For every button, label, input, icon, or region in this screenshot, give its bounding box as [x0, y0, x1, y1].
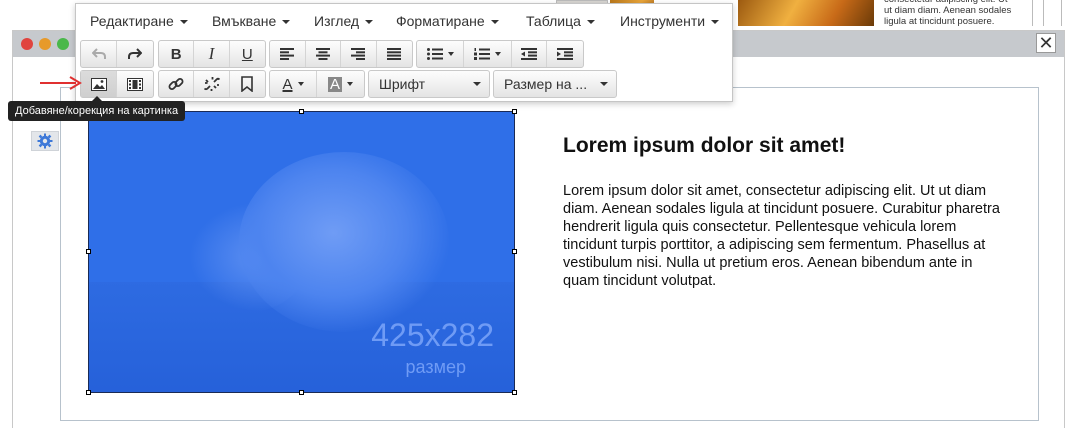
font-size-select[interactable]: Размер на ... — [493, 70, 617, 98]
outdent-icon — [521, 48, 538, 60]
pointer-arrow-icon — [40, 76, 82, 90]
menu-label: Форматиране — [396, 13, 485, 29]
insert-media-button[interactable] — [117, 71, 153, 97]
editor-toolbar: Редактиране Вмъкване Изглед Форматиране … — [75, 3, 733, 102]
image-size-label: 425x282 — [371, 317, 494, 353]
font-family-select[interactable]: Шрифт — [368, 70, 490, 98]
menu-label: Редактиране — [90, 13, 174, 29]
undo-button[interactable] — [81, 41, 117, 67]
menu-view[interactable]: Изглед — [314, 13, 374, 29]
image-chick — [239, 152, 449, 332]
background-color-icon: A — [328, 75, 343, 93]
menu-table[interactable]: Таблица — [526, 13, 595, 29]
menu-bar: Редактиране Вмъкване Изглед Форматиране … — [76, 4, 732, 38]
resize-handle-ne[interactable] — [512, 109, 517, 114]
chevron-down-icon — [490, 20, 499, 25]
image-caption: размер — [405, 357, 466, 377]
article-title: Lorem ipsum dolor sit amet! — [563, 134, 846, 157]
window-maximize-dot[interactable] — [57, 38, 69, 50]
chevron-down-icon — [297, 82, 304, 86]
menu-tools[interactable]: Инструменти — [620, 13, 720, 29]
chevron-down-icon — [473, 82, 481, 86]
color-group: A A — [269, 70, 365, 98]
indent-button[interactable] — [547, 41, 583, 67]
background-thumbnail — [738, 0, 874, 26]
media-group — [80, 70, 154, 98]
align-left-button[interactable] — [270, 41, 306, 67]
settings-button[interactable] — [31, 131, 59, 151]
bullet-list-button[interactable] — [417, 41, 465, 67]
remove-link-button[interactable] — [194, 71, 230, 97]
numbered-list-icon — [474, 48, 491, 60]
background-scroll-lines — [1032, 0, 1062, 26]
window-minimize-dot[interactable] — [39, 38, 51, 50]
image-icon — [90, 77, 107, 91]
resize-handle-sw[interactable] — [86, 390, 91, 395]
film-icon — [127, 77, 143, 91]
menu-label: Таблица — [526, 13, 581, 29]
numbered-list-button[interactable] — [464, 41, 512, 67]
align-center-button[interactable] — [306, 41, 341, 67]
background-color-button[interactable]: A — [317, 71, 364, 97]
menu-format[interactable]: Форматиране — [396, 13, 499, 29]
undo-icon — [91, 48, 106, 59]
align-left-icon — [280, 48, 295, 60]
align-right-button[interactable] — [341, 41, 377, 67]
chevron-down-icon — [347, 82, 354, 86]
chevron-down-icon — [365, 20, 374, 25]
resize-handle-w[interactable] — [86, 249, 91, 254]
anchor-button[interactable] — [230, 71, 265, 97]
align-justify-button[interactable] — [377, 41, 412, 67]
menu-edit[interactable]: Редактиране — [90, 13, 188, 29]
redo-icon — [128, 48, 142, 59]
chevron-down-icon — [282, 20, 291, 25]
resize-handle-s[interactable] — [299, 390, 304, 395]
outdent-button[interactable] — [512, 41, 548, 67]
selected-image[interactable]: 425x282 размер — [88, 111, 515, 393]
window-close-dot[interactable] — [21, 38, 33, 50]
unlink-icon — [203, 77, 220, 91]
align-center-icon — [315, 48, 330, 60]
chevron-down-icon — [600, 82, 608, 86]
chevron-down-icon — [495, 52, 502, 56]
list-group — [416, 40, 584, 68]
menu-label: Изглед — [314, 13, 360, 29]
redo-button[interactable] — [117, 41, 153, 67]
chevron-down-icon — [586, 20, 595, 25]
bookmark-icon — [241, 76, 254, 92]
underline-button[interactable]: U — [230, 41, 265, 67]
text-color-button[interactable]: A — [270, 71, 318, 97]
align-justify-icon — [387, 48, 402, 60]
image-button-tooltip: Добавяне/корекция на картинка — [8, 96, 186, 121]
insert-link-button[interactable] — [159, 71, 195, 97]
link-group — [158, 70, 266, 98]
close-button[interactable]: ✕ — [1036, 33, 1056, 53]
chevron-down-icon — [179, 20, 188, 25]
menu-label: Вмъкване — [212, 13, 277, 29]
resize-handle-se[interactable] — [512, 390, 517, 395]
insert-image-button[interactable] — [81, 71, 117, 97]
indent-icon — [557, 48, 574, 60]
chevron-down-icon — [447, 52, 454, 56]
align-right-icon — [351, 48, 366, 60]
text-color-icon: A — [282, 75, 293, 93]
italic-button[interactable]: I — [194, 41, 230, 67]
menu-insert[interactable]: Вмъкване — [212, 13, 291, 29]
background-snippet: consectetur adipiscing elit. Ut ut diam … — [884, 0, 1012, 27]
menu-label: Инструменти — [620, 13, 706, 29]
font-family-value: Шрифт — [379, 76, 426, 92]
resize-handle-e[interactable] — [512, 249, 517, 254]
gear-icon — [37, 133, 53, 149]
chevron-down-icon — [711, 20, 720, 25]
article-body: Lorem ipsum dolor sit amet, consectetur … — [563, 183, 1000, 289]
text-style-group: B I U — [158, 40, 266, 68]
bullet-list-icon — [426, 48, 443, 60]
link-icon — [168, 78, 184, 90]
resize-handle-n[interactable] — [299, 109, 304, 114]
alignment-group — [269, 40, 413, 68]
bold-button[interactable]: B — [159, 41, 195, 67]
history-group — [80, 40, 154, 68]
font-size-value: Размер на ... — [504, 76, 588, 92]
